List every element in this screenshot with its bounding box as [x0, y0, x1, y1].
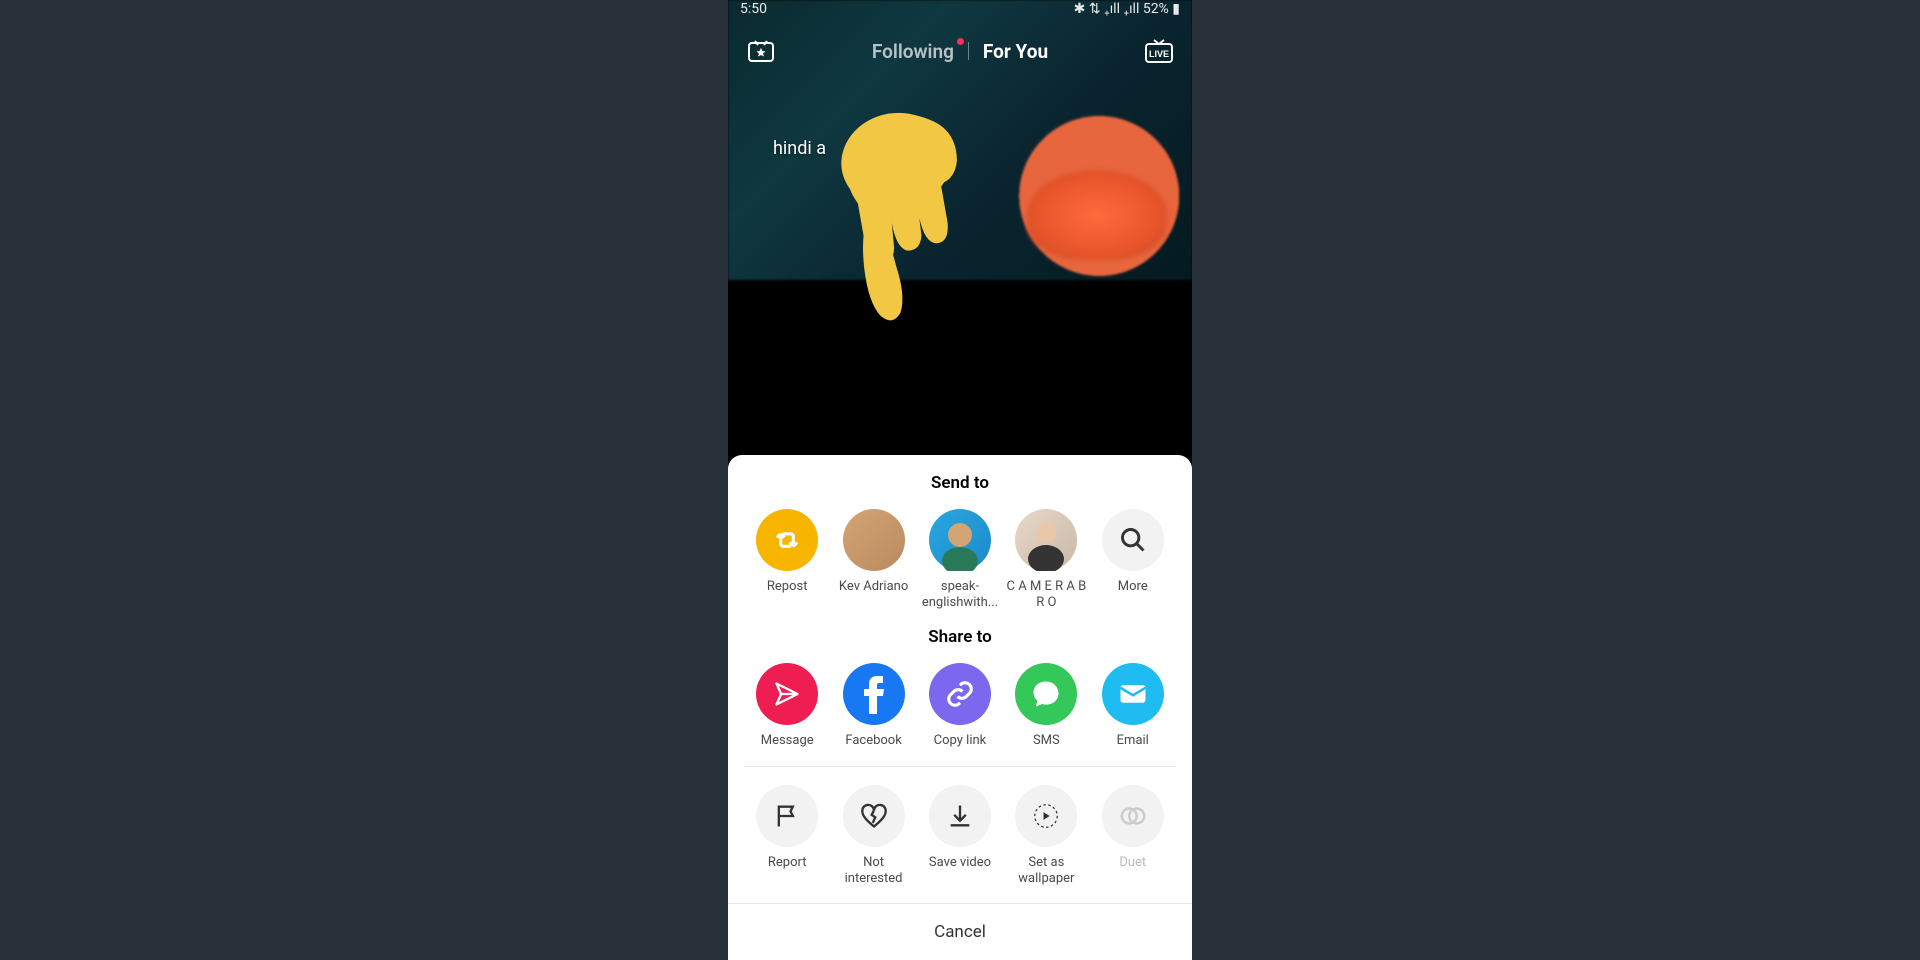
send-to-title: Send to [728, 473, 1192, 493]
download-icon [946, 802, 974, 830]
divider [968, 42, 969, 60]
share-sms-button[interactable]: SMS [1006, 663, 1086, 749]
report-button[interactable]: Report [747, 785, 827, 888]
tab-for-you[interactable]: For You [983, 40, 1048, 63]
send-to-row: Repost Kev Adriano speak-englishwith... … [728, 509, 1192, 612]
broken-heart-icon [860, 802, 888, 830]
contact-camerabro[interactable]: C A M E R A B R O [1006, 509, 1086, 612]
notification-dot-icon [957, 38, 964, 45]
save-video-button[interactable]: Save video [920, 785, 1000, 888]
share-to-title: Share to [728, 627, 1192, 647]
svg-text:LIVE: LIVE [1149, 49, 1169, 59]
live-icon[interactable]: LIVE [1144, 36, 1174, 66]
share-copylink-button[interactable]: Copy link [920, 663, 1000, 749]
share-sheet: Send to Repost Kev Adriano speak-english… [728, 455, 1192, 960]
set-wallpaper-button[interactable]: Set as wallpaper [1006, 785, 1086, 888]
chat-icon [1031, 679, 1061, 709]
avatar [929, 509, 991, 571]
wallpaper-icon [1031, 801, 1061, 831]
share-message-button[interactable]: Message [747, 663, 827, 749]
effects-icon[interactable] [746, 36, 776, 66]
cancel-button[interactable]: Cancel [728, 903, 1192, 960]
phone-frame: 5:50 ✱ ⇅ ₊ıll ₊ıll 52% ▮ Following For Y… [728, 0, 1192, 960]
flag-icon [773, 802, 801, 830]
contact-speakenglish[interactable]: speak-englishwith... [920, 509, 1000, 612]
avatar [1015, 509, 1077, 571]
link-icon [945, 679, 975, 709]
facebook-icon [843, 663, 905, 725]
status-right: ✱ ⇅ ₊ıll ₊ıll 52% ▮ [1074, 1, 1180, 17]
actions-row: Report Not interested Save video Set as … [728, 785, 1192, 888]
nav-tabs: Following For You [872, 40, 1048, 63]
email-icon [1118, 679, 1148, 709]
top-nav: Following For You LIVE [728, 18, 1192, 66]
status-time: 5:50 [740, 1, 767, 17]
repost-icon [772, 525, 802, 555]
contact-kev[interactable]: Kev Adriano [834, 509, 914, 612]
not-interested-button[interactable]: Not interested [834, 785, 914, 888]
search-icon [1119, 526, 1147, 554]
duet-icon [1118, 801, 1148, 831]
share-to-row: Message Facebook Copy link SMS [728, 663, 1192, 749]
duet-button[interactable]: Duet [1093, 785, 1173, 888]
more-contacts-button[interactable]: More [1093, 509, 1173, 612]
divider [744, 766, 1176, 767]
repost-button[interactable]: Repost [747, 509, 827, 612]
avatar [843, 509, 905, 571]
tab-following[interactable]: Following [872, 40, 954, 63]
share-facebook-button[interactable]: Facebook [834, 663, 914, 749]
send-icon [773, 680, 801, 708]
share-email-button[interactable]: Email [1093, 663, 1173, 749]
status-bar: 5:50 ✱ ⇅ ₊ıll ₊ıll 52% ▮ [728, 0, 1192, 18]
